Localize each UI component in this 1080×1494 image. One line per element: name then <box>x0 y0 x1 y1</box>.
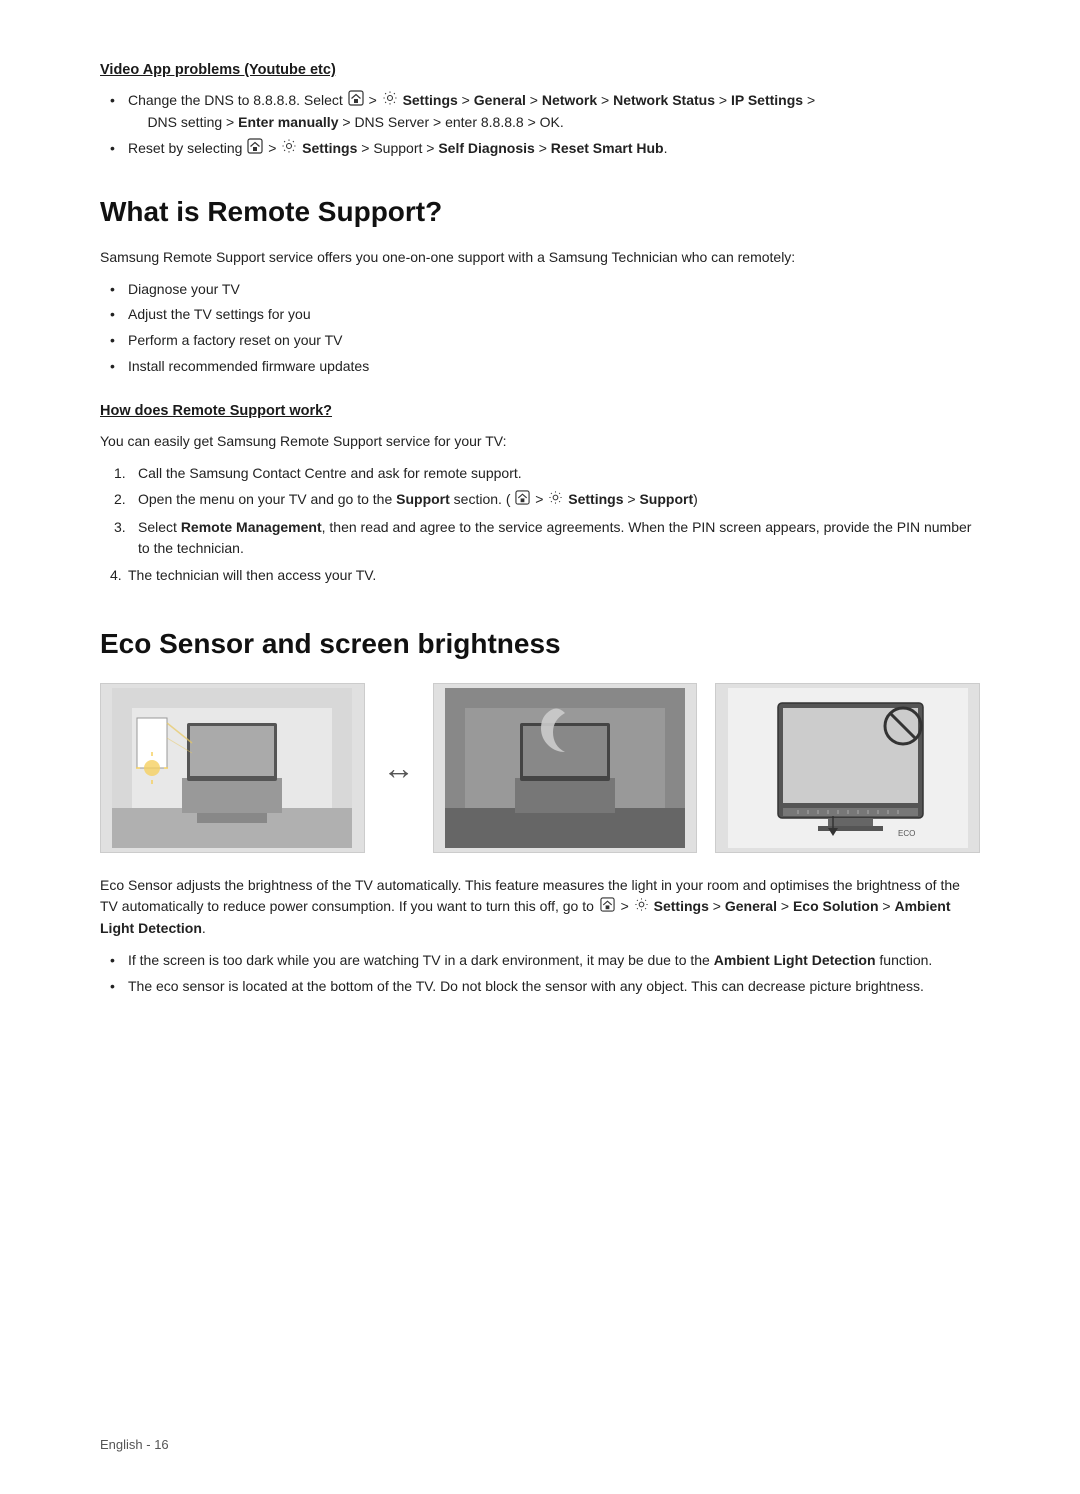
eco-bullets: If the screen is too dark while you are … <box>100 950 980 997</box>
eco-image-1 <box>100 683 365 853</box>
list-item: If the screen is too dark while you are … <box>110 950 980 972</box>
gear-icon-2 <box>281 138 297 161</box>
list-item: Perform a factory reset on your TV <box>110 330 980 352</box>
remote-support-intro: Samsung Remote Support service offers yo… <box>100 247 980 269</box>
remote-support-section: What is Remote Support? Samsung Remote S… <box>100 191 980 587</box>
eco-body-text: Eco Sensor adjusts the brightness of the… <box>100 875 980 941</box>
list-item: 3. Select Remote Management, then read a… <box>110 517 980 560</box>
gear-icon-3 <box>548 490 563 512</box>
remote-support-bullets: Diagnose your TV Adjust the TV settings … <box>100 279 980 378</box>
step-num: 2. <box>114 489 126 511</box>
home-icon-3 <box>515 490 530 512</box>
bullet-text-4: > <box>268 140 280 156</box>
bullet-text-5: Settings > Support > Self Diagnosis > Re… <box>302 140 667 156</box>
list-item: Reset by selecting > Settings > Sup <box>110 138 980 161</box>
home-icon-4 <box>600 897 615 919</box>
eco-images-row: ↔ <box>100 683 980 853</box>
list-item: 1. Call the Samsung Contact Centre and a… <box>110 463 980 485</box>
gear-icon <box>382 90 398 113</box>
remote-support-heading: What is Remote Support? <box>100 191 980 233</box>
eco-image-3: ECO <box>715 683 980 853</box>
list-item: Diagnose your TV <box>110 279 980 301</box>
bullet-text-reset: Reset by selecting <box>128 140 246 156</box>
svg-text:ECO: ECO <box>898 829 915 838</box>
video-app-bullets: Change the DNS to 8.8.8.8. Select > <box>100 90 980 161</box>
eco-image-2 <box>433 683 698 853</box>
home-icon <box>348 90 364 113</box>
bullet-text-2: > <box>369 92 381 108</box>
list-item: Change the DNS to 8.8.8.8. Select > <box>110 90 980 134</box>
list-item: Adjust the TV settings for you <box>110 304 980 326</box>
eco-sensor-heading: Eco Sensor and screen brightness <box>100 623 980 665</box>
video-app-section: Video App problems (Youtube etc) Change … <box>100 60 980 161</box>
eco-sensor-section: Eco Sensor and screen brightness <box>100 623 980 998</box>
step-num: 4. <box>110 565 122 587</box>
bullet-text: Change the DNS to 8.8.8.8. Select <box>128 92 347 108</box>
step-text: Call the Samsung Contact Centre and ask … <box>138 465 522 481</box>
page: Video App problems (Youtube etc) Change … <box>0 0 1080 1494</box>
step-num: 3. <box>114 517 126 539</box>
list-item: Install recommended firmware updates <box>110 356 980 378</box>
home-icon-2 <box>247 138 263 161</box>
step-text: Open the menu on your TV and go to the S… <box>138 491 698 507</box>
video-app-heading: Video App problems (Youtube etc) <box>100 60 980 82</box>
page-footer: English - 16 <box>100 1435 169 1455</box>
step-num: 1. <box>114 463 126 485</box>
list-item: 2. Open the menu on your TV and go to th… <box>110 489 980 511</box>
how-heading: How does Remote Support work? <box>100 401 980 423</box>
gear-icon-4 <box>634 897 649 919</box>
step-text: Select Remote Management, then read and … <box>138 519 971 557</box>
how-intro: You can easily get Samsung Remote Suppor… <box>100 431 980 453</box>
arrow-right: ↔ <box>383 744 415 792</box>
how-steps: 1. Call the Samsung Contact Centre and a… <box>100 463 980 587</box>
list-item: The eco sensor is located at the bottom … <box>110 976 980 998</box>
list-item: 4. The technician will then access your … <box>110 565 980 587</box>
step-text: The technician will then access your TV. <box>128 567 376 583</box>
